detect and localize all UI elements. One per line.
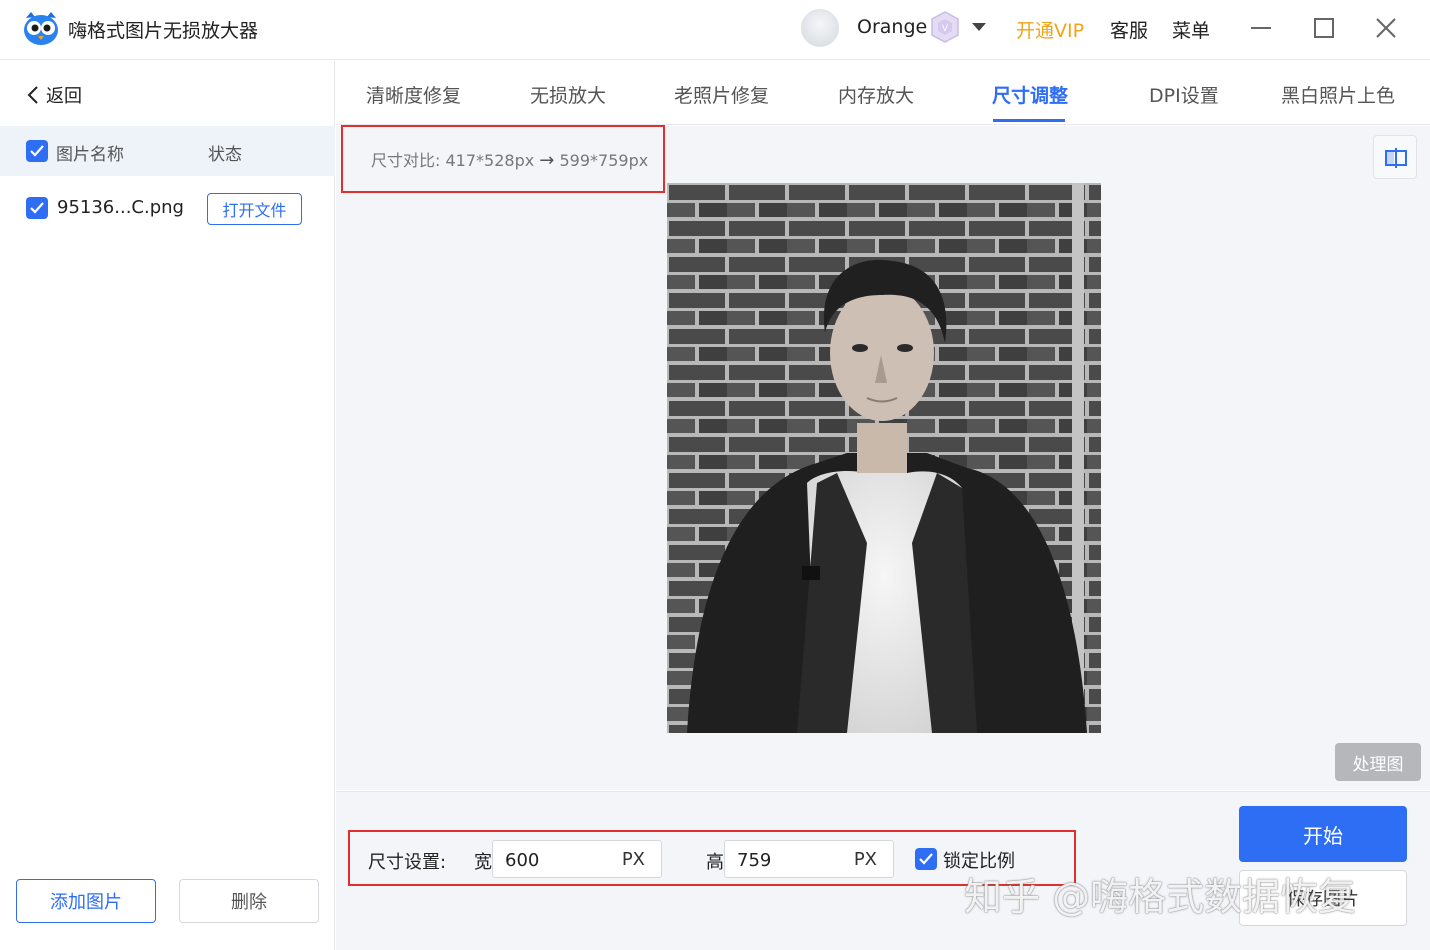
checkmark-icon (30, 145, 44, 157)
tab-old-photo-repair[interactable]: 老照片修复 (674, 81, 769, 108)
file-list-item[interactable]: 95136...C.png 打开文件 (0, 179, 335, 237)
original-size: 417*528px (445, 151, 535, 170)
tab-clarity-repair[interactable]: 清晰度修复 (366, 81, 461, 108)
maximize-icon[interactable] (1310, 14, 1338, 42)
checkmark-icon (30, 202, 44, 214)
tab-memory-enlarge[interactable]: 内存放大 (838, 81, 914, 108)
app-title: 嗨格式图片无损放大器 (68, 20, 259, 42)
file-list-header: 图片名称 状态 (0, 126, 335, 176)
size-compare-label: 尺寸对比: (371, 151, 441, 170)
tab-colorize[interactable]: 黑白照片上色 (1281, 81, 1395, 108)
new-size: 599*759px (559, 151, 649, 170)
lock-ratio-checkbox[interactable] (915, 848, 937, 870)
minimize-icon[interactable] (1247, 14, 1275, 42)
size-compare-highlight: 尺寸对比: 417*528px → 599*759px (341, 125, 665, 193)
column-header-status: 状态 (208, 145, 242, 165)
app-window: 嗨格式图片无损放大器 Orange V 开通VIP 客服 菜单 返回 图片名称 … (0, 0, 1430, 950)
height-label: 高 (706, 852, 724, 873)
preview-area: 尺寸对比: 417*528px → 599*759px 处理图 (336, 125, 1430, 790)
back-button[interactable]: 返回 (26, 83, 82, 107)
width-label: 宽 (474, 852, 492, 873)
tab-size-adjust[interactable]: 尺寸调整 (992, 81, 1068, 108)
customer-service-link[interactable]: 客服 (1110, 16, 1148, 43)
delete-button[interactable]: 删除 (179, 879, 319, 923)
checkmark-icon (919, 853, 933, 865)
width-field[interactable]: PX (492, 840, 662, 878)
preview-photo (667, 183, 1101, 733)
open-vip-link[interactable]: 开通VIP (1016, 16, 1084, 43)
height-field[interactable]: PX (724, 840, 894, 878)
active-tab-indicator (993, 119, 1065, 122)
user-avatar[interactable] (801, 9, 839, 47)
split-view-icon (1385, 148, 1407, 168)
size-settings-label: 尺寸设置: (368, 852, 447, 873)
menu-link[interactable]: 菜单 (1172, 16, 1210, 43)
close-icon[interactable] (1372, 14, 1400, 42)
size-compare-text: 尺寸对比: 417*528px → 599*759px (371, 147, 648, 171)
title-bar: 嗨格式图片无损放大器 Orange V 开通VIP 客服 菜单 (0, 0, 1430, 60)
processed-image-button[interactable]: 处理图 (1335, 743, 1421, 781)
user-name[interactable]: Orange (857, 16, 927, 38)
split-view-button[interactable] (1373, 135, 1417, 179)
width-unit: PX (621, 849, 645, 870)
select-all-checkbox[interactable] (26, 140, 48, 162)
sidebar: 返回 图片名称 状态 95136...C.png 打开文件 添加图片 删除 (0, 61, 335, 950)
vip-badge-icon[interactable]: V (928, 10, 962, 44)
start-button[interactable]: 开始 (1239, 806, 1407, 862)
owl-logo-icon (24, 12, 58, 45)
back-label: 返回 (46, 86, 82, 107)
add-image-button[interactable]: 添加图片 (16, 879, 156, 923)
file-name: 95136...C.png (57, 197, 184, 218)
file-checkbox[interactable] (26, 197, 48, 219)
height-input[interactable] (737, 848, 847, 872)
settings-panel: 尺寸设置: 宽 PX 高 PX 锁定比例 开始 保存图片 知乎 @嗨格式数据恢复 (336, 791, 1430, 950)
feature-tabs: 清晰度修复 无损放大 老照片修复 内存放大 尺寸调整 DPI设置 黑白照片上色 (336, 61, 1430, 125)
column-header-name: 图片名称 (56, 145, 124, 165)
arrow-right-icon: → (539, 150, 555, 171)
open-file-button[interactable]: 打开文件 (207, 193, 302, 225)
width-input[interactable] (505, 848, 615, 872)
caret-down-icon[interactable] (970, 20, 988, 34)
svg-text:V: V (942, 24, 949, 34)
chevron-left-icon (27, 86, 38, 104)
watermark-text: 知乎 @嗨格式数据恢复 (964, 875, 1357, 919)
tab-lossless-enlarge[interactable]: 无损放大 (530, 81, 606, 108)
height-unit: PX (853, 849, 877, 870)
tab-dpi-settings[interactable]: DPI设置 (1149, 81, 1219, 108)
